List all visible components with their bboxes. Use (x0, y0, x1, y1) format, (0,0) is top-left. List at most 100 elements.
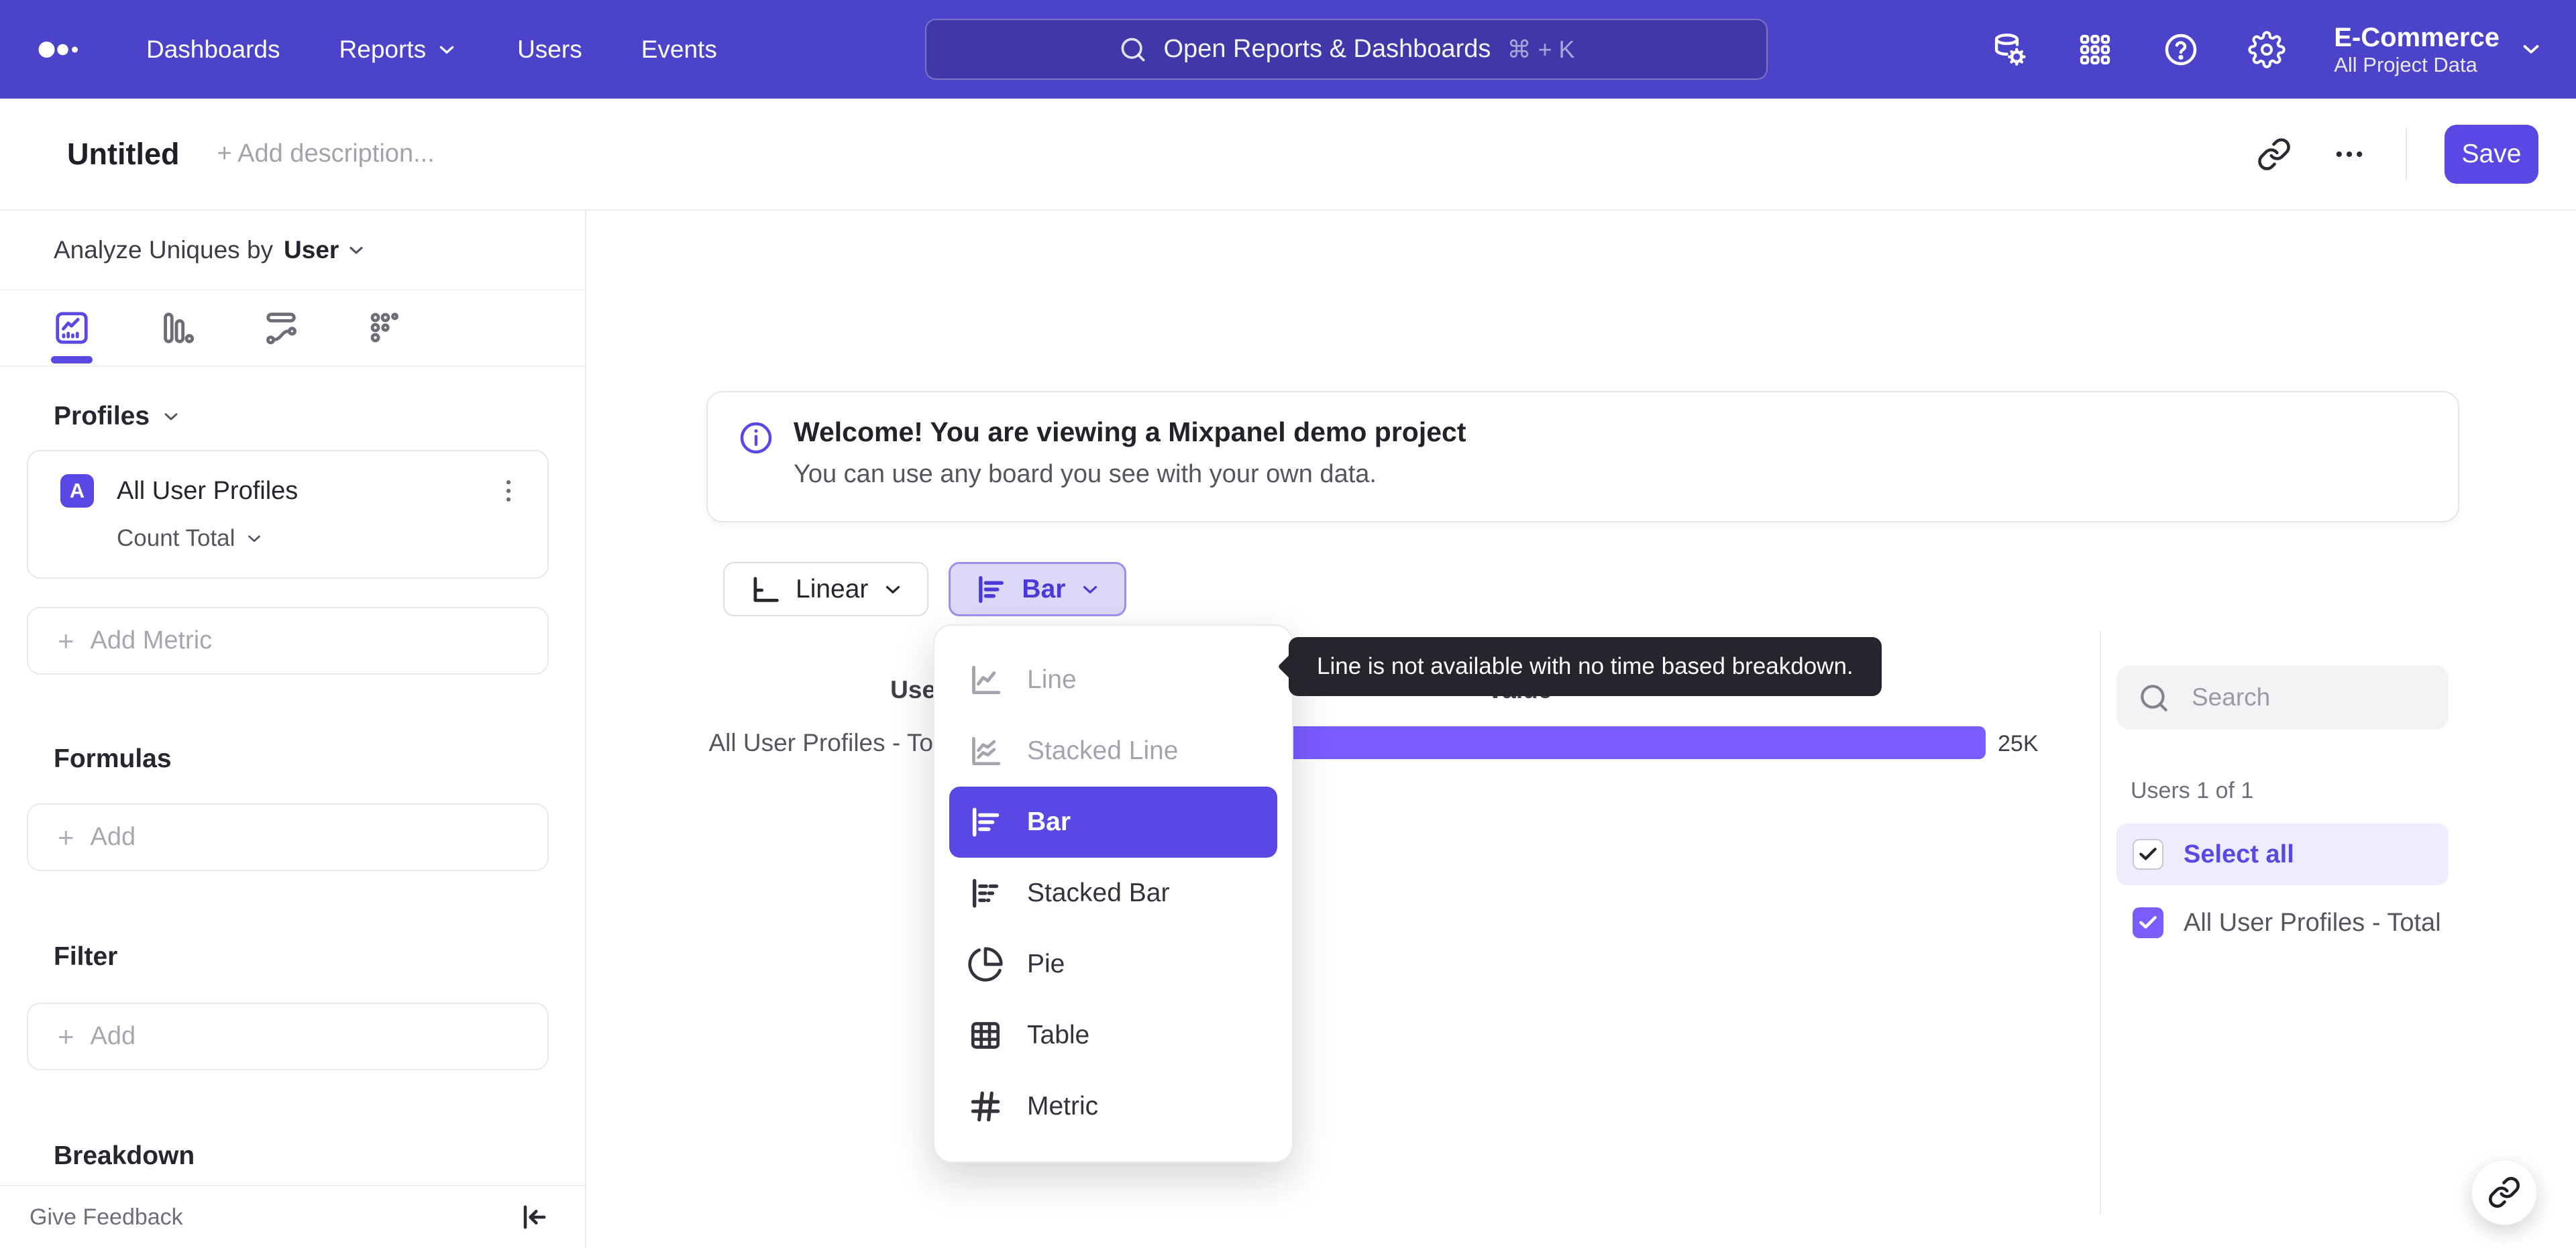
menu-item-line: Line (934, 644, 1292, 716)
legend-divider (2100, 630, 2101, 1214)
chevron-down-icon (164, 413, 178, 420)
project-name: E-Commerce (2334, 22, 2500, 52)
nav-events[interactable]: Events (641, 36, 717, 64)
chevron-down-icon (350, 246, 363, 254)
add-formula-button[interactable]: + Add (27, 803, 549, 871)
query-builder-sidebar: Analyze Uniques by User Profiles A All U… (0, 211, 586, 1248)
disabled-option-tooltip: Line is not available with no time based… (1289, 637, 1882, 696)
search-icon (2141, 685, 2167, 712)
link-icon (2489, 1177, 2520, 1208)
formulas-heading: Formulas (54, 744, 172, 773)
legend-count: Users 1 of 1 (2131, 778, 2254, 803)
metric-menu-icon[interactable] (494, 476, 523, 506)
legend-item-label: All User Profiles - Total (2184, 908, 2441, 937)
mixpanel-app: Dashboards Reports Users Events Open Rep… (0, 0, 2576, 1248)
select-all-checkbox[interactable] (2133, 839, 2163, 870)
project-scope: All Project Data (2334, 52, 2477, 76)
analyze-label: Analyze Uniques by (54, 235, 274, 264)
menu-item-metric[interactable]: Metric (934, 1071, 1292, 1142)
metric-badge: A (60, 474, 94, 508)
chart-type-menu: Line Stacked Line Bar Stacked Bar Pie Ta… (933, 624, 1293, 1163)
apps-grid-icon[interactable] (2076, 31, 2114, 68)
funnels-icon (164, 313, 195, 343)
legend-item-checkbox[interactable] (2133, 907, 2163, 938)
bar-chart-icon (972, 807, 1000, 837)
settings-gear-icon[interactable] (2248, 30, 2286, 68)
add-metric-button[interactable]: + Add Metric (27, 607, 549, 675)
legend-item-row[interactable]: All User Profiles - Total (2116, 892, 2449, 954)
table-icon (971, 1022, 1000, 1049)
nav-reports[interactable]: Reports (339, 36, 459, 64)
save-button[interactable]: Save (2445, 124, 2538, 184)
tab-retention[interactable] (356, 290, 416, 366)
info-icon (740, 422, 772, 454)
mixpanel-logo-icon[interactable] (38, 36, 82, 64)
share-link-fab[interactable] (2471, 1159, 2537, 1225)
stacked-line-icon (972, 737, 1001, 765)
primary-nav: Dashboards Reports Users Events (146, 36, 717, 64)
metric-name[interactable]: All User Profiles (117, 477, 494, 506)
chevron-down-icon (1083, 585, 1097, 593)
analyze-entity-dropdown[interactable]: User (284, 236, 367, 264)
more-options-icon[interactable] (2330, 135, 2368, 173)
menu-item-stacked-bar[interactable]: Stacked Bar (934, 858, 1292, 929)
chevron-down-icon (248, 535, 261, 543)
report-title[interactable]: Untitled (67, 137, 179, 172)
add-description[interactable]: + Add description... (217, 139, 434, 168)
tab-insights[interactable] (42, 290, 102, 366)
add-filter-button[interactable]: + Add (27, 1003, 549, 1070)
data-management-icon[interactable] (1990, 31, 2028, 68)
flows-icon (266, 313, 297, 345)
nav-right-cluster: E-Commerce All Project Data (1990, 0, 2544, 99)
banner-title: Welcome! You are viewing a Mixpanel demo… (794, 416, 1466, 447)
global-search[interactable]: Open Reports & Dashboards ⌘ + K (925, 19, 1768, 80)
menu-item-stacked-line: Stacked Line (934, 716, 1292, 787)
search-icon (1121, 38, 1144, 61)
demo-banner: Welcome! You are viewing a Mixpanel demo… (706, 391, 2459, 522)
retention-icon (370, 313, 398, 343)
chevron-down-icon (886, 585, 900, 593)
linear-scale-icon (753, 576, 779, 602)
top-nav: Dashboards Reports Users Events Open Rep… (0, 0, 2576, 99)
plus-icon: + (58, 1020, 74, 1052)
select-all-label: Select all (2184, 840, 2294, 868)
give-feedback-link[interactable]: Give Feedback (30, 1204, 183, 1231)
check-icon (2139, 848, 2157, 860)
sidebar-footer: Give Feedback (0, 1185, 585, 1248)
bar-value-label: 25K (1998, 731, 2039, 756)
hash-icon (971, 1091, 1000, 1122)
bar-chart-icon (979, 575, 1004, 603)
filter-heading: Filter (54, 942, 118, 971)
menu-item-bar[interactable]: Bar (949, 787, 1277, 858)
chevron-down-icon (439, 46, 454, 54)
tab-funnels[interactable] (146, 290, 207, 366)
profiles-heading[interactable]: Profiles (0, 402, 585, 431)
chart-type-dropdown[interactable]: Bar (949, 562, 1127, 616)
pie-chart-icon (968, 947, 1003, 982)
metric-card[interactable]: A All User Profiles Count Total (27, 450, 549, 579)
menu-item-pie[interactable]: Pie (934, 929, 1292, 1000)
chevron-down-icon (2523, 45, 2539, 54)
project-switcher[interactable]: E-Commerce All Project Data (2334, 22, 2544, 77)
divider (2406, 127, 2407, 180)
check-icon (2139, 915, 2157, 929)
help-icon[interactable] (2162, 31, 2200, 68)
nav-users[interactable]: Users (517, 36, 582, 64)
collapse-sidebar-icon[interactable] (517, 1200, 551, 1235)
global-search-shortcut: ⌘ + K (1507, 35, 1575, 63)
banner-subtitle: You can use any board you see with your … (794, 460, 1377, 488)
tab-flows[interactable] (251, 290, 311, 366)
report-type-tabs (0, 290, 585, 367)
global-search-placeholder: Open Reports & Dashboards (1163, 35, 1491, 63)
copy-link-icon[interactable] (2255, 135, 2293, 173)
menu-item-table[interactable]: Table (934, 1000, 1292, 1071)
analyze-uniques-row: Analyze Uniques by User (0, 211, 585, 290)
select-all-row[interactable]: Select all (2116, 824, 2449, 885)
scale-dropdown[interactable]: Linear (723, 562, 929, 616)
plus-icon: + (58, 624, 74, 657)
aggregation-dropdown[interactable]: Count Total (117, 525, 523, 552)
chart-controls: Linear Bar (723, 562, 1127, 616)
line-chart-icon (972, 665, 1001, 695)
table-row-label: All User Profiles - Total (708, 729, 959, 756)
nav-dashboards[interactable]: Dashboards (146, 36, 280, 64)
